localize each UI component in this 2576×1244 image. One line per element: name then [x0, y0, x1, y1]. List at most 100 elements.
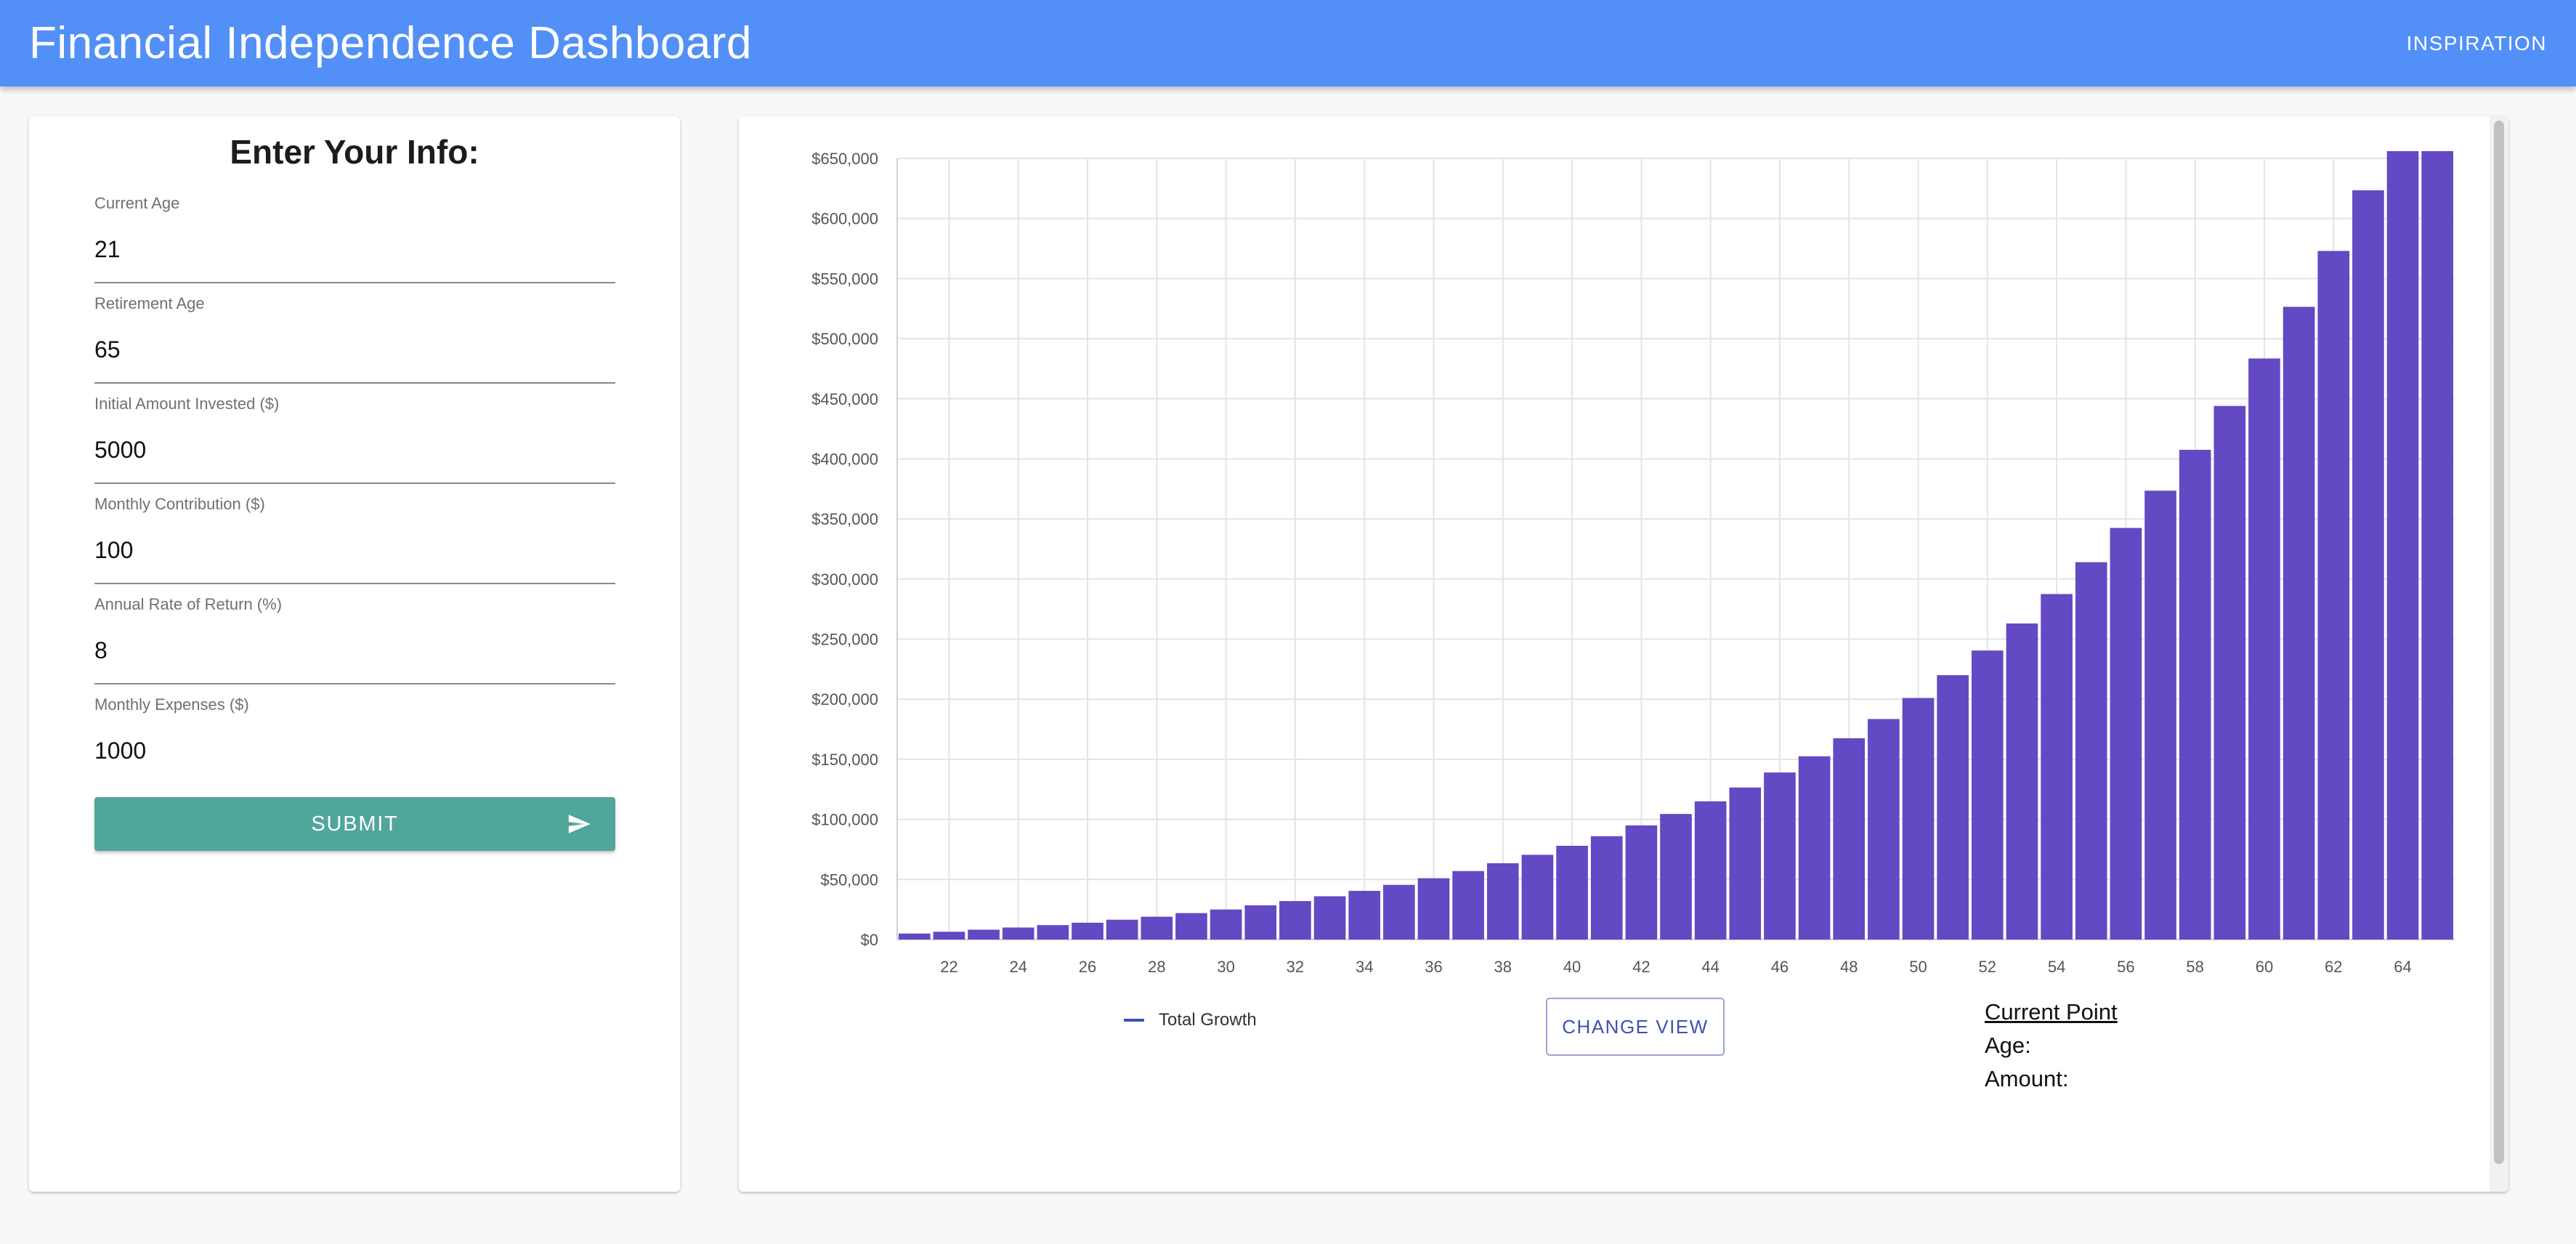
bar-age-27[interactable] [1106, 919, 1138, 940]
chart-card: $0 $50,000 $100,000 $150,000 $200,000 $250,00… [739, 116, 2508, 1192]
x-tick-label: 42 [1632, 958, 1650, 976]
bar-age-23[interactable] [968, 929, 1000, 940]
current-point-title: Current Point [1985, 999, 2118, 1025]
x-tick-label: 38 [1494, 958, 1512, 976]
x-tick-label: 30 [1217, 958, 1234, 976]
monthly-contribution-field: Monthly Contribution ($) [94, 495, 615, 595]
y-tick-label: $400,000 [811, 450, 878, 468]
bar-age-42[interactable] [1625, 825, 1658, 940]
initial-amount-input[interactable] [94, 428, 615, 472]
bar-age-35[interactable] [1383, 884, 1415, 940]
bar-age-59[interactable] [2214, 405, 2246, 940]
bar-age-24[interactable] [1002, 927, 1034, 940]
bar-age-48[interactable] [1833, 738, 1866, 940]
bar-age-56[interactable] [2110, 528, 2142, 940]
y-tick-label: $550,000 [811, 270, 878, 288]
legend-label: Total Growth [1159, 1010, 1257, 1030]
inspiration-link[interactable]: INSPIRATION [2407, 23, 2547, 64]
bar-age-26[interactable] [1072, 922, 1103, 940]
bar-age-63[interactable] [2352, 190, 2384, 940]
bar-age-47[interactable] [1798, 756, 1831, 940]
bar-age-61[interactable] [2283, 307, 2315, 940]
bar-age-54[interactable] [2041, 594, 2073, 940]
retirement-age-label: Retirement Age [94, 294, 205, 312]
bar-age-37[interactable] [1452, 871, 1484, 940]
submit-label: SUBMIT [311, 812, 399, 836]
y-tick-label: $300,000 [811, 570, 878, 589]
bar-age-33[interactable] [1313, 896, 1346, 940]
legend-swatch [1124, 1019, 1144, 1022]
bar-age-46[interactable] [1764, 772, 1796, 940]
bar-age-38[interactable] [1486, 863, 1519, 940]
scrollbar-thumb[interactable] [2494, 121, 2504, 1164]
bar-age-29[interactable] [1175, 913, 1207, 940]
bar-age-65[interactable] [2421, 151, 2453, 940]
retirement-age-input[interactable] [94, 328, 615, 371]
bar-age-34[interactable] [1348, 891, 1381, 940]
bar-age-53[interactable] [2006, 623, 2038, 940]
x-tick-label: 64 [2394, 958, 2411, 976]
x-tick-label: 28 [1148, 958, 1165, 976]
y-tick-label: $350,000 [811, 510, 878, 528]
x-tick-label: 56 [2117, 958, 2134, 976]
x-tick-label: 34 [1356, 958, 1373, 976]
bar-age-58[interactable] [2179, 450, 2211, 940]
bar-age-32[interactable] [1279, 901, 1311, 940]
x-tick-label: 50 [1909, 958, 1927, 976]
bar-age-41[interactable] [1590, 836, 1623, 940]
annual-return-input[interactable] [94, 629, 615, 672]
scrollbar[interactable] [2490, 116, 2508, 1192]
bar-age-57[interactable] [2144, 490, 2176, 940]
y-tick-label: $50,000 [820, 871, 878, 889]
monthly-expenses-input[interactable] [94, 729, 615, 772]
bar-age-50[interactable] [1902, 698, 1935, 940]
submit-button[interactable]: SUBMIT [94, 797, 615, 851]
growth-bar-chart: $0 $50,000 $100,000 $150,000 $200,000 $250,00… [811, 150, 2455, 976]
y-tick-label: $250,000 [811, 631, 878, 649]
monthly-contribution-input[interactable] [94, 528, 615, 572]
x-tick-label: 52 [1979, 958, 1996, 976]
bar-age-51[interactable] [1937, 675, 1969, 940]
bar-age-28[interactable] [1141, 916, 1173, 940]
monthly-expenses-field: Monthly Expenses ($) [94, 695, 615, 775]
y-tick-label: $650,000 [811, 150, 878, 168]
initial-amount-label: Initial Amount Invested ($) [94, 395, 280, 413]
bar-age-22[interactable] [933, 932, 965, 940]
bar-age-55[interactable] [2075, 562, 2107, 940]
bar-age-43[interactable] [1660, 814, 1692, 940]
retirement-age-field: Retirement Age [94, 294, 615, 395]
change-view-button[interactable]: CHANGE VIEW [1546, 998, 1725, 1056]
bar-age-62[interactable] [2317, 251, 2350, 940]
bar-age-44[interactable] [1694, 801, 1727, 940]
x-tick-label: 62 [2325, 958, 2342, 976]
bar-age-31[interactable] [1244, 905, 1277, 940]
bar-age-64[interactable] [2386, 151, 2419, 940]
x-tick-label: 22 [940, 958, 957, 976]
annual-return-field: Annual Rate of Return (%) [94, 595, 615, 695]
current-age-input[interactable] [94, 227, 615, 271]
app-title: Financial Independence Dashboard [29, 18, 752, 68]
bar-age-49[interactable] [1868, 719, 1900, 940]
bar-age-39[interactable] [1521, 855, 1554, 940]
bar-age-40[interactable] [1556, 846, 1588, 940]
bar-age-45[interactable] [1729, 787, 1762, 940]
bar-age-30[interactable] [1210, 909, 1242, 940]
app-bar: Financial Independence Dashboard INSPIRA… [0, 0, 2576, 86]
info-form-card: Enter Your Info: Current Age Retirement … [29, 116, 680, 1192]
bar-age-21[interactable] [899, 933, 931, 940]
x-tick-label: 46 [1771, 958, 1789, 976]
x-tick-label: 26 [1079, 958, 1096, 976]
x-tick-label: 58 [2186, 958, 2203, 976]
bar-age-36[interactable] [1417, 878, 1450, 940]
form-title: Enter Your Info: [230, 133, 479, 171]
current-age-field: Current Age [94, 194, 615, 294]
legend-total-growth[interactable]: Total Growth [1124, 1010, 1257, 1030]
bar-age-52[interactable] [1971, 650, 2004, 940]
y-axis-ticks: $0 $50,000 $100,000 $150,000 $200,000 $250,00… [811, 150, 878, 949]
initial-amount-field: Initial Amount Invested ($) [94, 395, 615, 495]
bar-age-25[interactable] [1037, 925, 1069, 940]
y-tick-label: $200,000 [811, 690, 878, 708]
y-tick-label: $500,000 [811, 330, 878, 348]
bar-age-60[interactable] [2248, 358, 2280, 940]
x-tick-label: 40 [1563, 958, 1581, 976]
